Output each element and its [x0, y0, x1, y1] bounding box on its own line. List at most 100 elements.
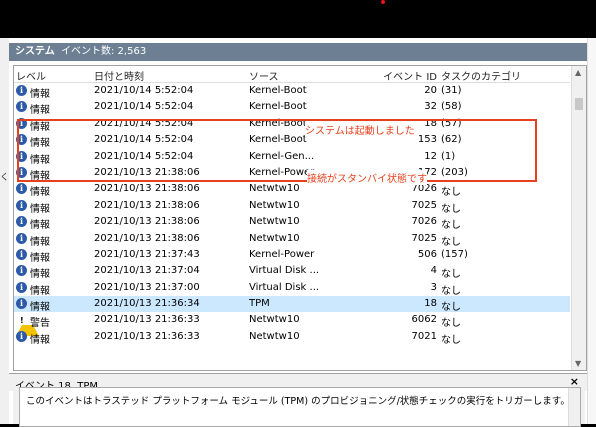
event-row[interactable]: i 情報 2021/10/13 21:37:00 Virtual Disk ... 3 な…	[14, 280, 570, 297]
event-id: 18	[424, 298, 437, 310]
event-id: 20	[424, 85, 437, 96]
event-date: 2021/10/13 21:36:33	[94, 330, 200, 342]
event-id: 506	[417, 248, 437, 260]
event-source: Virtual Disk ...	[249, 281, 320, 293]
column-event-id[interactable]: イベント ID	[383, 68, 437, 83]
event-category: なし	[441, 318, 461, 330]
event-date: 2021/10/13 21:38:06	[94, 232, 200, 244]
event-level: 情報	[30, 236, 50, 248]
event-date: 2021/10/13 21:36:33	[94, 314, 200, 326]
event-row[interactable]: i 情報 2021/10/13 21:38:06 Netwtw10 7026 なし	[14, 181, 570, 199]
event-date: 2021/10/13 21:38:06	[94, 216, 200, 228]
highlight-box	[17, 119, 537, 182]
event-id: 7025	[411, 232, 437, 244]
event-viewer-window: システム イベント数: 2,563 レベル 日付と時刻 ソース イベント ID …	[9, 38, 587, 427]
dark-top-area	[0, 0, 596, 38]
info-icon: i	[16, 265, 27, 277]
event-id: 7026	[411, 216, 437, 228]
event-level: 情報	[30, 89, 50, 100]
right-panel-edge	[587, 38, 596, 424]
event-category: なし	[441, 236, 461, 248]
event-row[interactable]: i 情報 2021/10/13 21:36:34 TPM 18 なし	[14, 296, 570, 314]
event-source: Netwtw10	[249, 199, 300, 211]
event-source: Netwtw10	[249, 232, 300, 244]
event-source: Netwtw10	[249, 330, 300, 342]
left-panel-edge: く	[0, 38, 9, 424]
info-icon: i	[16, 330, 27, 342]
event-category: なし	[441, 220, 461, 232]
info-icon: i	[16, 183, 27, 195]
event-row[interactable]: i 情報 2021/10/14 5:52:04 Kernel-Boot 20 (31)	[14, 83, 570, 100]
event-category: (157)	[441, 248, 468, 260]
column-level[interactable]: レベル	[16, 68, 46, 83]
event-row[interactable]: i 情報 2021/10/13 21:36:33 Netwtw10 7021 なし	[14, 329, 570, 346]
column-category[interactable]: タスクのカテゴリ	[441, 68, 521, 83]
event-date: 2021/10/13 21:37:00	[94, 281, 200, 293]
column-source[interactable]: ソース	[249, 68, 279, 83]
event-row[interactable]: i 情報 2021/10/13 21:37:04 Virtual Disk ... 4 な…	[14, 263, 570, 281]
event-category: (58)	[441, 101, 462, 113]
event-id: 4	[430, 265, 437, 277]
event-source: Netwtw10	[249, 216, 300, 228]
event-source: Kernel-Boot	[249, 101, 307, 113]
standby-annotation: 接続がスタンバイ状態です	[307, 170, 427, 185]
info-icon: i	[16, 199, 27, 211]
event-source: Netwtw10	[249, 314, 300, 326]
event-row[interactable]: i 情報 2021/10/13 21:38:06 Netwtw10 7025 なし	[14, 198, 570, 215]
event-level: 情報	[30, 285, 50, 297]
event-date: 2021/10/13 21:38:06	[94, 199, 200, 211]
event-description-box[interactable]: このイベントはトラステッド プラットフォーム モジュール (TPM) のプロビジ…	[19, 387, 581, 427]
column-date[interactable]: 日付と時刻	[94, 68, 144, 83]
event-row[interactable]: i 情報 2021/10/13 21:38:06 Netwtw10 7026 なし	[14, 214, 570, 232]
event-level: 情報	[30, 302, 50, 314]
event-category: (31)	[441, 85, 462, 96]
event-source: Kernel-Boot	[249, 85, 307, 96]
event-id: 7025	[411, 199, 437, 211]
event-id: 7021	[411, 330, 437, 342]
info-icon: i	[16, 298, 27, 310]
info-icon: i	[16, 281, 27, 293]
event-level: 情報	[30, 187, 50, 199]
event-date: 2021/10/14 5:52:04	[94, 85, 194, 96]
event-row[interactable]: i 情報 2021/10/14 5:52:04 Kernel-Boot 32 (58)	[14, 99, 570, 117]
log-name: システム	[15, 46, 55, 57]
info-icon: i	[16, 248, 27, 260]
event-description: このイベントはトラステッド プラットフォーム モジュール (TPM) のプロビジ…	[26, 396, 570, 407]
event-level: 情報	[30, 269, 50, 281]
event-id: 3	[430, 281, 437, 293]
event-count: イベント数: 2,563	[61, 46, 147, 57]
event-level: 警告	[30, 318, 50, 330]
event-category: なし	[441, 302, 461, 314]
description-scrollbar[interactable]	[568, 388, 580, 426]
notification-dot	[381, 0, 385, 4]
event-source: Virtual Disk ...	[249, 265, 320, 277]
event-date: 2021/10/13 21:36:34	[94, 298, 200, 310]
event-category: なし	[441, 334, 461, 346]
info-icon: i	[16, 232, 27, 244]
event-source: TPM	[249, 298, 270, 310]
boot-annotation: システムは起動しました	[305, 122, 415, 137]
event-date: 2021/10/13 21:38:06	[94, 183, 200, 195]
scroll-thumb[interactable]	[575, 98, 583, 110]
event-source: Netwtw10	[249, 183, 300, 195]
event-category: なし	[441, 203, 461, 215]
event-row[interactable]: i 情報 2021/10/13 21:38:06 Netwtw10 7025 なし	[14, 231, 570, 248]
event-date: 2021/10/13 21:37:43	[94, 248, 200, 260]
event-list[interactable]: レベル 日付と時刻 ソース イベント ID タスクのカテゴリ i 情報 2021/1…	[13, 65, 587, 371]
scroll-down-icon[interactable]: ▼	[575, 359, 581, 368]
event-source: Kernel-Power	[249, 248, 315, 260]
event-row[interactable]: i 情報 2021/10/13 21:37:43 Kernel-Power 506 (15…	[14, 247, 570, 264]
event-level: 情報	[30, 252, 50, 264]
event-level: 情報	[30, 105, 50, 117]
event-date: 2021/10/13 21:37:04	[94, 265, 200, 277]
event-id: 32	[424, 101, 437, 113]
info-icon: i	[16, 101, 27, 113]
event-category: なし	[441, 285, 461, 297]
event-row[interactable]: ! 警告 2021/10/13 21:36:33 Netwtw10 6062 なし	[14, 312, 570, 337]
event-category: なし	[441, 187, 461, 199]
scroll-up-icon[interactable]: ▲	[575, 68, 581, 77]
event-level: 情報	[30, 203, 50, 215]
event-date: 2021/10/14 5:52:04	[94, 101, 194, 113]
event-level: 情報	[30, 334, 50, 346]
event-list-scrollbar[interactable]: ▲ ▼	[571, 66, 586, 370]
